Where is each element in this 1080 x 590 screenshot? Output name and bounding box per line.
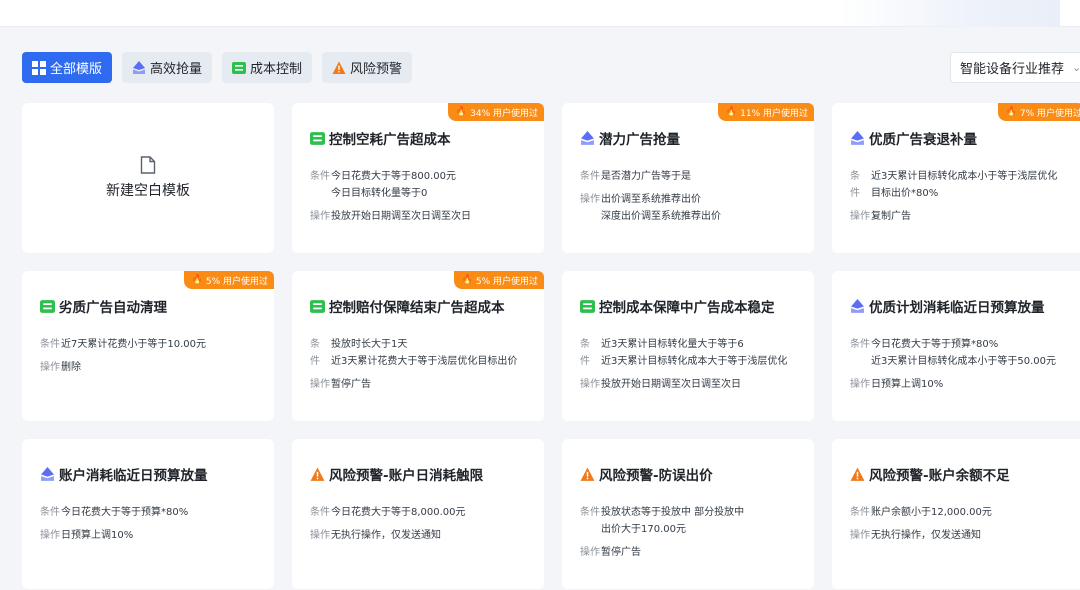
template-card[interactable]: 风险预警-防误出价 条件 投放状态等于投放中 部分投放中 出价大于170.00元 …	[562, 439, 814, 589]
industry-select[interactable]: 智能设备行业推荐 ⌄	[950, 52, 1080, 83]
template-card[interactable]: 控制成本保障中广告成本稳定 条件近3天累计目标转化量大于等于6 近3天累计目标转化…	[562, 271, 814, 421]
fire-icon: 🔥	[461, 275, 473, 285]
usage-badge: 🔥 5% 用户使用过	[453, 271, 544, 289]
diamond-icon	[132, 60, 146, 75]
card-rules: 条件 是否潜力广告等于是 操作 出价调至系统推荐出价 深度出价调至系统推荐出价	[580, 171, 721, 222]
card-rules: 条件近3天累计目标转化成本小于等于浅层优化 目标出价*80% 操作 复制广告	[850, 171, 1058, 222]
filter-label: 全部模版	[50, 62, 103, 77]
new-blank-template-card[interactable]: 新建空白模板	[22, 103, 274, 253]
card-rules: 条件 今日花费大于等于预算*80% 近3天累计目标转化成本小于等于50.00元 操…	[850, 339, 1056, 390]
card-rules: 条件 投放状态等于投放中 部分投放中 出价大于170.00元 操作 暂停广告	[580, 507, 745, 558]
filter-label: 高效抢量	[150, 62, 203, 77]
industry-select-value: 智能设备行业推荐	[960, 62, 1065, 77]
card-title: 优质计划消耗临近日预算放量	[850, 296, 1045, 316]
cost-icon	[40, 299, 55, 314]
card-rules: 条件 今日花费大于等于预算*80% 操作 日预算上调10%	[40, 507, 189, 541]
warning-icon	[580, 467, 595, 482]
card-title: 账户消耗临近日预算放量	[40, 464, 208, 484]
usage-badge: 🔥 7% 用户使用过	[997, 103, 1080, 121]
card-title: 控制赔付保障结束广告超成本	[310, 296, 505, 316]
card-rules: 条件 账户余额小于12,000.00元 操作 无执行操作，仅发送通知	[850, 507, 992, 541]
card-rules: 条件近3天累计目标转化量大于等于6 近3天累计目标转化成本大于等于浅层优化 操作投…	[580, 339, 788, 390]
fire-icon: 🔥	[1005, 107, 1017, 117]
top-bar	[0, 0, 1080, 27]
template-card[interactable]: 账户消耗临近日预算放量 条件 今日花费大于等于预算*80% 操作 日预算上调10%	[22, 439, 274, 589]
warning-icon	[310, 467, 325, 482]
cost-icon	[580, 299, 595, 314]
template-card[interactable]: 风险预警-账户日消耗触限 条件 今日花费大于等于8,000.00元 操作 无执行操作…	[292, 439, 544, 589]
warning-icon	[332, 61, 346, 75]
template-card[interactable]: 风险预警-账户余额不足 条件 账户余额小于12,000.00元 操作 无执行操作，仅…	[832, 439, 1080, 589]
card-rules: 条件 今日花费大于等于8,000.00元 操作 无执行操作，仅发送通知	[310, 507, 466, 541]
cost-icon	[310, 299, 325, 314]
template-card[interactable]: 🔥 11% 用户使用过 潜力广告抢量 条件 是否潜力广告等于是 操作 出价调至系统推荐…	[562, 103, 814, 253]
filter-efficient-volume[interactable]: 高效抢量	[122, 52, 213, 83]
template-card[interactable]: 优质计划消耗临近日预算放量 条件 今日花费大于等于预算*80% 近3天累计目标转化…	[832, 271, 1080, 421]
top-bar-decoration	[840, 0, 1060, 27]
card-title: 风险预警-账户余额不足	[850, 464, 1010, 484]
card-title: 控制成本保障中广告成本稳定	[580, 296, 775, 316]
fire-icon: 🔥	[455, 107, 468, 117]
card-rules: 条件 近7天累计花费小于等于10.00元 操作 删除	[40, 339, 206, 373]
filter-all-templates[interactable]: 全部模版	[22, 52, 113, 83]
card-title: 控制空耗广告超成本	[310, 128, 451, 148]
filter-risk-warning[interactable]: 风险预警	[322, 52, 413, 83]
filter-chips: 全部模版 高效抢量 成本控制 风险预警	[22, 52, 413, 83]
filter-cost-control[interactable]: 成本控制	[222, 52, 313, 83]
chevron-down-icon: ⌄	[1072, 61, 1080, 74]
warning-icon	[850, 467, 865, 482]
card-title: 风险预警-账户日消耗触限	[310, 464, 483, 484]
diamond-icon	[850, 130, 865, 146]
filter-label: 风险预警	[350, 62, 403, 77]
diamond-icon	[580, 130, 595, 146]
template-card[interactable]: 🔥 5% 用户使用过 控制赔付保障结束广告超成本 条件投放时长大于1天 近3天累计花…	[292, 271, 544, 421]
cost-icon	[232, 61, 247, 75]
template-card[interactable]: 🔥 7% 用户使用过 优质广告衰退补量 条件近3天累计目标转化成本小于等于浅层优化…	[832, 103, 1080, 253]
diamond-icon	[850, 298, 865, 314]
grid-icon	[32, 60, 46, 75]
template-card[interactable]: 🔥 34% 用户使用过 控制空耗广告超成本 条件 今日花费大于等于800.00元 今…	[292, 103, 544, 253]
new-blank-template-label: 新建空白模板	[106, 183, 190, 199]
card-rules: 条件 今日花费大于等于800.00元 今日目标转化量等于0 操作 投放开始日期调至次…	[310, 171, 471, 222]
card-title: 劣质广告自动清理	[40, 296, 167, 316]
diamond-icon	[40, 466, 55, 482]
filter-label: 成本控制	[250, 62, 303, 77]
card-rules: 条件投放时长大于1天 近3天累计花费大于等于浅层优化目标出价 操作 暂停广告	[310, 339, 518, 390]
template-card[interactable]: 🔥 5% 用户使用过 劣质广告自动清理 条件 近7天累计花费小于等于10.00元 操…	[22, 271, 274, 421]
card-title: 风险预警-防误出价	[580, 464, 713, 484]
card-title: 潜力广告抢量	[580, 128, 680, 148]
fire-icon: 🔥	[191, 275, 203, 285]
usage-badge: 🔥 5% 用户使用过	[183, 271, 274, 289]
usage-badge: 🔥 34% 用户使用过	[447, 103, 544, 121]
document-icon	[140, 156, 156, 174]
usage-badge: 🔥 11% 用户使用过	[717, 103, 814, 121]
cost-icon	[310, 131, 325, 146]
card-title: 优质广告衰退补量	[850, 128, 977, 148]
fire-icon: 🔥	[725, 107, 738, 117]
